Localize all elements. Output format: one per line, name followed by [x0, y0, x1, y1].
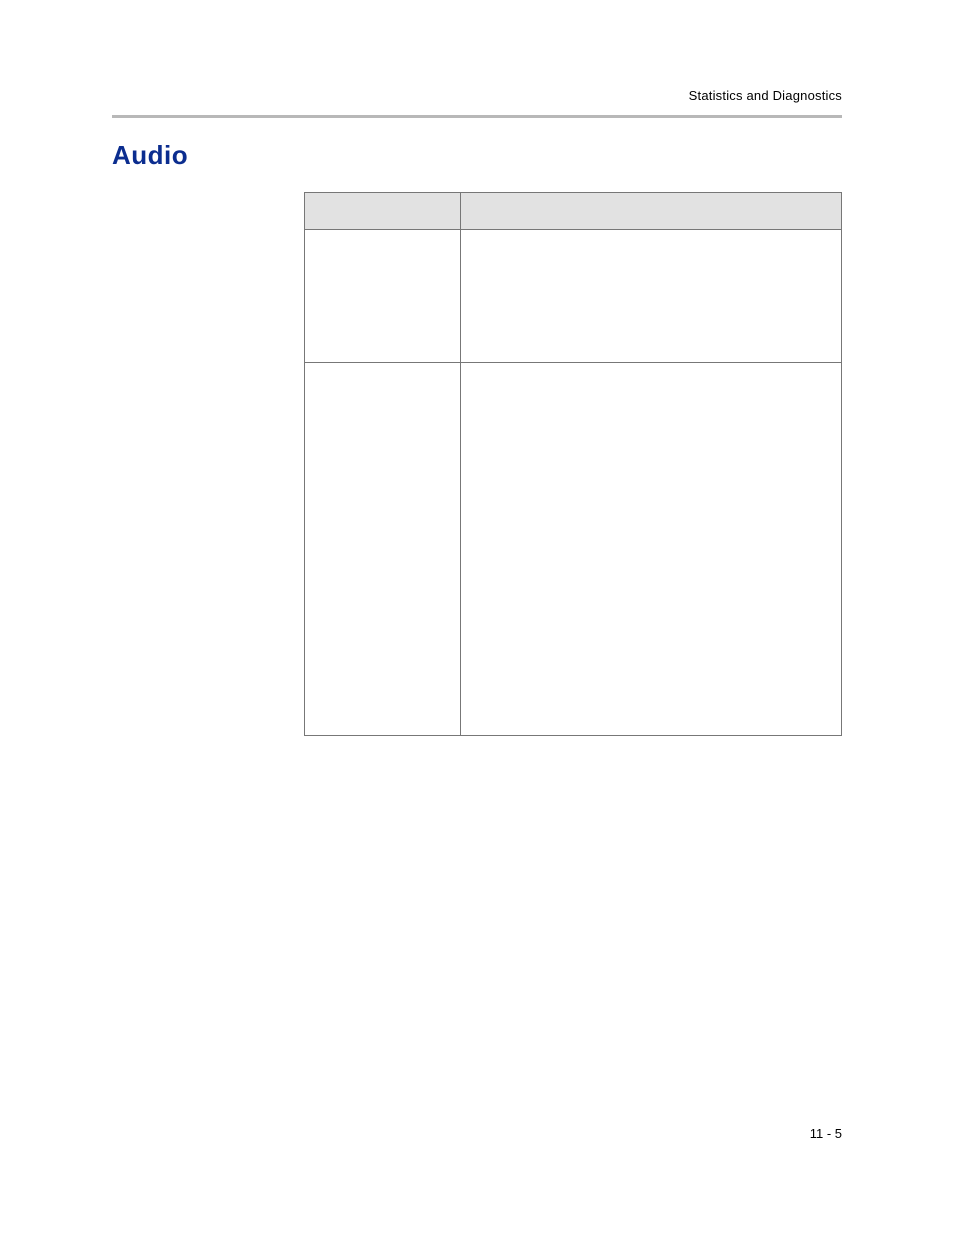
table-header-row	[305, 193, 842, 230]
table-row	[305, 230, 842, 363]
table-cell-description	[460, 230, 841, 363]
table-cell-field	[305, 363, 461, 736]
header-rule	[112, 115, 842, 118]
table-cell-description	[460, 363, 841, 736]
table-row	[305, 363, 842, 736]
table-cell-field	[305, 230, 461, 363]
section-title-audio: Audio	[112, 140, 188, 171]
running-header: Statistics and Diagnostics	[689, 88, 842, 103]
audio-table	[304, 192, 842, 736]
table-header-description	[460, 193, 841, 230]
page-number: 11 - 5	[810, 1126, 842, 1141]
table-header-field	[305, 193, 461, 230]
